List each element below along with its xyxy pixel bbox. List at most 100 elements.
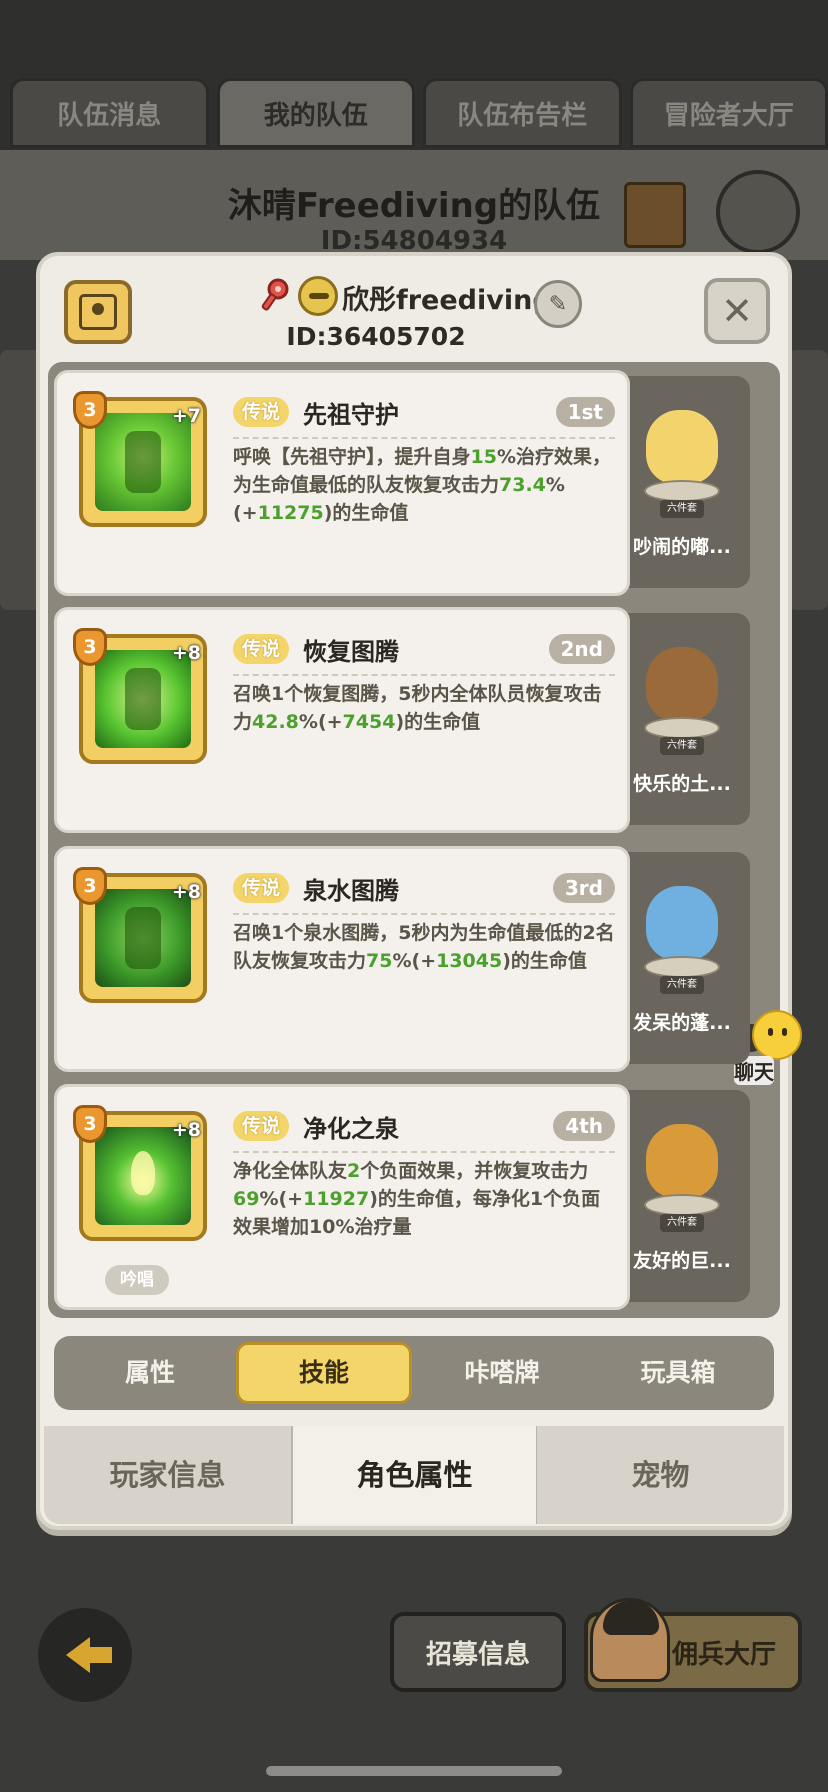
skill-name: 泉水图腾	[303, 877, 399, 905]
mercenary-avatar	[590, 1598, 670, 1682]
close-button[interactable]: ✕	[704, 278, 770, 344]
skill-icon-frame: 3 +8	[73, 628, 207, 764]
skill-enhance-level: +8	[171, 1119, 201, 1141]
exit-team-button[interactable]	[716, 170, 800, 254]
skill-enhance-level: +8	[171, 881, 201, 903]
pet-set-badge: 六件套	[660, 1214, 704, 1232]
divider	[233, 437, 615, 439]
back-button[interactable]	[38, 1608, 132, 1702]
chant-tag: 吟唱	[105, 1265, 169, 1295]
left-edge-panel	[0, 350, 40, 610]
skill-row: 3 +7 传说 先祖守护 1st 呼唤【先祖守护】，提升自身15%治疗效果，为生…	[54, 370, 774, 596]
player-id: ID:36405702	[286, 322, 466, 351]
rarity-tag: 传说	[233, 1111, 290, 1141]
skill-card[interactable]: 3 +8 传说 泉水图腾 3rd 召唤1个泉水图腾，5秒内为生命值最低的2名队友…	[54, 846, 630, 1072]
pet-set-badge: 六件套	[660, 737, 704, 755]
team-name: 沐晴Freediving的队伍	[227, 186, 601, 226]
skill-card[interactable]: 3 +7 传说 先祖守护 1st 呼唤【先祖守护】，提升自身15%治疗效果，为生…	[54, 370, 630, 596]
tab-team-board[interactable]: 队伍布告栏	[423, 78, 622, 148]
divider	[233, 1151, 615, 1153]
home-indicator[interactable]	[266, 1766, 562, 1776]
tab-adventurer-hall[interactable]: 冒险者大厅	[629, 78, 828, 148]
skill-rank-tag: 2nd	[548, 634, 615, 664]
skills-list: 3 +7 传说 先祖守护 1st 呼唤【先祖守护】，提升自身15%治疗效果，为生…	[48, 362, 780, 1318]
description-text: %(+	[298, 711, 343, 733]
tab-attributes[interactable]: 属性	[62, 1342, 238, 1404]
skill-name: 先祖守护	[303, 401, 399, 429]
skill-description: 召唤1个恢复图腾，5秒内全体队员恢复攻击力42.8%(+7454)的生命值	[233, 680, 619, 736]
skill-description: 召唤1个泉水图腾，5秒内为生命值最低的2名队友恢复攻击力75%(+13045)的…	[233, 919, 619, 975]
skill-row: 3 +8 传说 泉水图腾 3rd 召唤1个泉水图腾，5秒内为生命值最低的2名队友…	[54, 846, 774, 1072]
description-text: %(+	[392, 950, 437, 972]
description-text: )的生命值	[395, 711, 481, 733]
divider	[233, 913, 615, 915]
highlight-value: 7454	[342, 711, 396, 733]
tab-pets[interactable]: 宠物	[537, 1426, 784, 1524]
rename-pencil-icon[interactable]: ✎	[534, 280, 582, 328]
skill-enhance-level: +8	[171, 642, 201, 664]
skill-description: 净化全体队友2个负面效果，并恢复攻击力69%(+11927)的生命值，每净化1个…	[233, 1157, 619, 1241]
recruit-info-button[interactable]: 招募信息	[390, 1612, 566, 1692]
tab-team-messages[interactable]: 队伍消息	[10, 78, 209, 148]
notice-scroll-icon[interactable]	[624, 182, 686, 248]
pet-pedestal	[644, 480, 720, 502]
skill-description: 呼唤【先祖守护】，提升自身15%治疗效果，为生命值最低的队友恢复攻击力73.4%…	[233, 443, 619, 527]
pet-set-badge: 六件套	[660, 500, 704, 518]
player-name: 欣彤freediving	[342, 285, 552, 316]
tab-skills[interactable]: 技能	[236, 1342, 412, 1404]
rarity-tag: 传说	[233, 634, 290, 664]
highlight-value: 2	[347, 1160, 361, 1182]
skill-rank-tag: 4th	[553, 1111, 615, 1141]
pet-slot[interactable]: 六件套 发呆的蓬...	[614, 852, 750, 1064]
skill-rank-tag: 3rd	[552, 873, 615, 903]
pet-pedestal	[644, 956, 720, 978]
tab-toybox[interactable]: 玩具箱	[590, 1342, 766, 1404]
pet-slot[interactable]: 六件套 吵闹的嘟...	[614, 376, 750, 588]
description-text: 个负面效果，并恢复攻击力	[360, 1160, 589, 1182]
skill-level-badge: 3	[73, 1105, 107, 1143]
pet-figure	[646, 886, 718, 960]
pet-name: 吵闹的嘟...	[633, 536, 731, 558]
skill-rank-tag: 1st	[555, 397, 615, 427]
pet-figure	[646, 1124, 718, 1198]
skill-icon-frame: 3 +7	[73, 391, 207, 527]
rarity-tag: 传说	[233, 873, 290, 903]
skill-enhance-level: +7	[171, 405, 201, 427]
player-avatar	[298, 276, 338, 316]
purify-spring-skill-icon	[95, 1127, 191, 1225]
skill-level-badge: 3	[73, 391, 107, 429]
pet-figure	[646, 647, 718, 721]
description-text: )的生命值	[502, 950, 587, 972]
skill-card[interactable]: 3 +8 传说 恢复图腾 2nd 召唤1个恢复图腾，5秒内全体队员恢复攻击力42…	[54, 607, 630, 833]
detail-sub-tabs: 属性 技能 咔嗒牌 玩具箱	[54, 1336, 774, 1410]
pet-slot[interactable]: 六件套 友好的巨...	[614, 1090, 750, 1302]
skill-row: 3 +8 吟唱 传说 净化之泉 4th 净化全体队友2个负面效果，并恢复攻击力 6…	[54, 1084, 774, 1310]
healing-totem-skill-icon	[95, 650, 191, 748]
highlight-value: 42.8	[252, 711, 299, 733]
skill-name: 恢复图腾	[303, 638, 399, 666]
skill-icon-frame: 3 +8	[73, 867, 207, 1003]
highlight-value: 13045	[436, 950, 503, 972]
highlight-value: 11927	[303, 1188, 370, 1210]
highlight-value: 73.4	[499, 474, 546, 496]
key-icon	[261, 278, 289, 311]
pet-pedestal	[644, 717, 720, 739]
right-edge-panel	[788, 350, 828, 610]
divider	[233, 674, 615, 676]
description-text: 呼唤【先祖守护】，提升自身	[233, 446, 471, 468]
description-text: 净化全体队友	[233, 1160, 348, 1182]
description-text: %(+	[259, 1188, 304, 1210]
team-tabs: 队伍消息 我的队伍 队伍布告栏 冒险者大厅	[10, 78, 828, 148]
tab-cards[interactable]: 咔嗒牌	[414, 1342, 590, 1404]
highlight-value: 75	[366, 950, 393, 972]
back-arrow-icon	[66, 1637, 112, 1673]
tab-my-team[interactable]: 我的队伍	[216, 78, 415, 148]
tab-player-info[interactable]: 玩家信息	[44, 1426, 291, 1524]
pet-figure	[646, 410, 718, 484]
skill-card[interactable]: 3 +8 吟唱 传说 净化之泉 4th 净化全体队友2个负面效果，并恢复攻击力 6…	[54, 1084, 630, 1310]
highlight-value: 69	[233, 1188, 260, 1210]
pet-slot[interactable]: 六件套 快乐的土...	[614, 613, 750, 825]
tab-character-attributes[interactable]: 角色属性	[291, 1426, 538, 1524]
pet-name: 发呆的蓬...	[633, 1012, 731, 1034]
highlight-value: 15	[470, 446, 497, 468]
